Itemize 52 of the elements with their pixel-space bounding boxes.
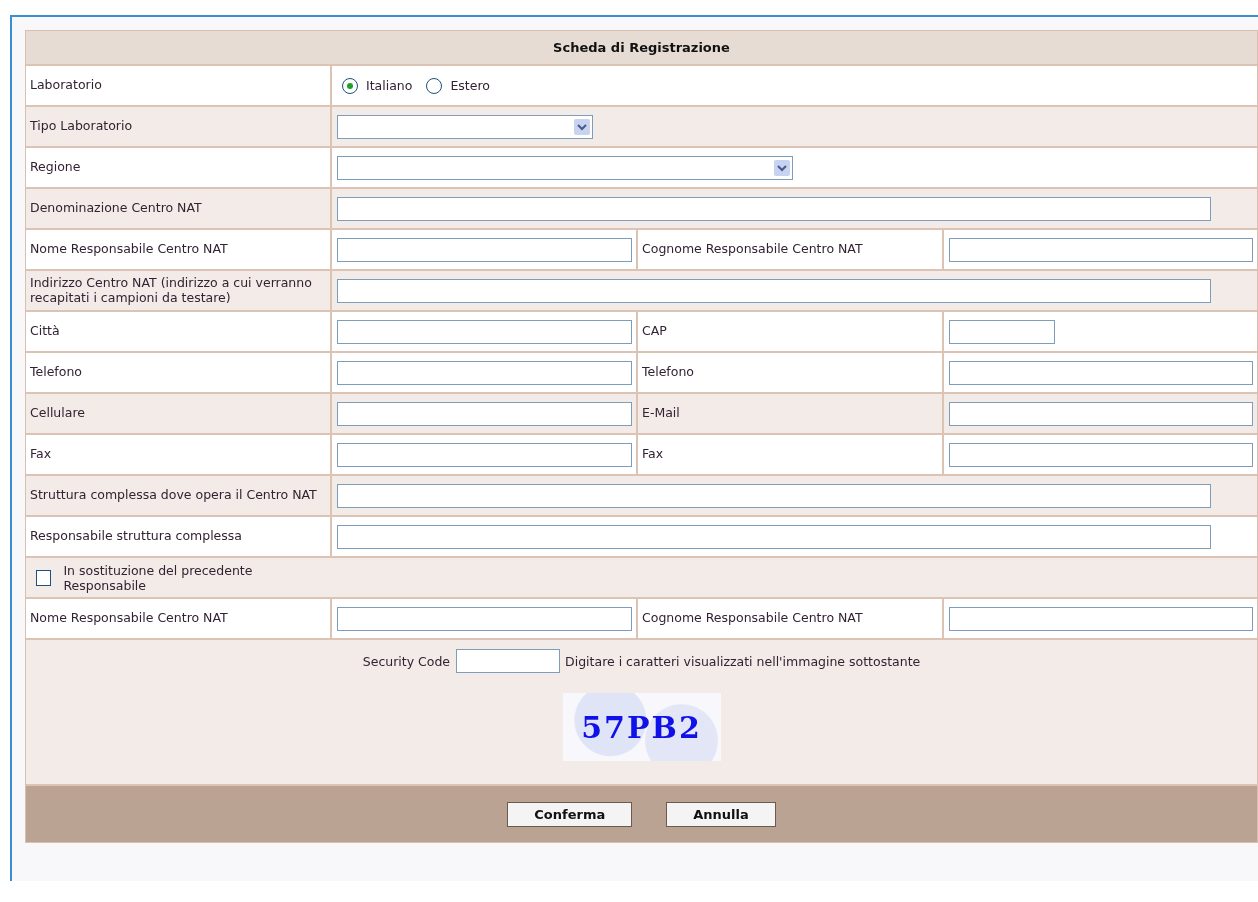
text-field[interactable] <box>337 606 632 631</box>
text-field[interactable] <box>337 524 1211 549</box>
text-field[interactable] <box>337 196 1211 221</box>
field-label: Cellulare <box>30 406 85 421</box>
text-field[interactable] <box>337 401 632 426</box>
field-label: Città <box>30 324 60 339</box>
form-button[interactable]: Conferma <box>507 801 633 827</box>
field-label: Cognome Responsabile Centro NAT <box>642 242 863 257</box>
text-field[interactable] <box>949 401 1253 426</box>
text-field[interactable] <box>337 237 632 262</box>
security-hint: Digitare i caratteri visualizzati nell'immagine sottostante <box>565 653 921 669</box>
field-label: Nome Responsabile Centro NAT <box>30 611 228 626</box>
form-button[interactable]: Annulla <box>666 801 776 827</box>
field-label: Regione <box>30 160 81 175</box>
field-label: CAP <box>642 324 667 339</box>
text-field[interactable] <box>949 606 1253 631</box>
text-field[interactable] <box>949 319 1055 344</box>
text-field[interactable] <box>337 360 632 385</box>
text-field[interactable] <box>337 483 1211 508</box>
radio-label: Estero <box>450 78 490 93</box>
chevron-down-icon <box>574 118 590 135</box>
dropdown-field[interactable] <box>337 155 793 180</box>
text-field[interactable] <box>949 360 1253 385</box>
field-label: Telefono <box>30 365 82 380</box>
text-field[interactable] <box>337 278 1211 303</box>
radio-button[interactable] <box>342 77 358 94</box>
checkbox-label: In sostituzione del precedente Responsabile <box>63 562 254 593</box>
field-label: Nome Responsabile Centro NAT <box>30 242 228 257</box>
dropdown-field[interactable] <box>337 114 593 139</box>
field-label: E-Mail <box>642 406 680 421</box>
security-code-label: Security Code <box>362 653 451 669</box>
text-field[interactable] <box>949 442 1253 467</box>
field-label: Indirizzo Centro NAT (indirizzo a cui verranno recapitati i campioni da testare) <box>30 276 313 305</box>
field-label: Tipo Laboratorio <box>30 119 133 134</box>
text-field[interactable] <box>949 237 1253 262</box>
security-code-field[interactable] <box>456 649 561 673</box>
captcha-image: 57PB2 <box>562 693 721 761</box>
field-label: Responsabile struttura complessa <box>30 529 242 544</box>
text-field[interactable] <box>337 319 632 344</box>
radio-button[interactable] <box>426 77 443 94</box>
field-label: Fax <box>30 447 52 462</box>
form-title: Scheda di Registrazione <box>26 31 1257 66</box>
field-label: Denominazione Centro NAT <box>30 201 202 216</box>
field-label: Cognome Responsabile Centro NAT <box>642 611 863 626</box>
chevron-down-icon <box>774 159 790 176</box>
field-label: Struttura complessa dove opera il Centro NAT <box>30 488 317 503</box>
field-label: Fax <box>642 447 664 462</box>
text-field[interactable] <box>337 442 632 467</box>
field-label: Laboratorio <box>30 78 102 93</box>
radio-label: Italiano <box>366 78 413 93</box>
checkbox[interactable] <box>36 569 52 586</box>
field-label: Telefono <box>642 365 694 380</box>
